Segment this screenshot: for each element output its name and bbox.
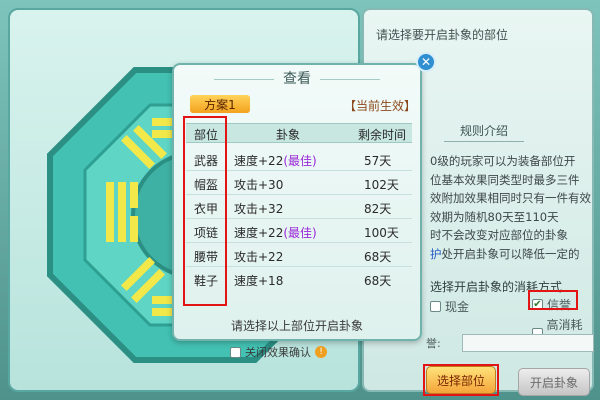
highlight-box-select-button (423, 364, 499, 396)
rules-line: 护处开启卦象可以降低一定的 (430, 246, 580, 261)
row-effect: 速度+18 (234, 274, 284, 288)
rules-line: 效期为随机80天至110天 (430, 209, 559, 224)
row-time: 68天 (364, 274, 392, 288)
rules-text: 0级的玩家可以为装备部位开 位基本效果同类型时最多三件 效附加效果相同时只有一件… (430, 152, 600, 263)
close-confirm-label: 关闭效果确认 (245, 346, 311, 359)
info-icon[interactable]: ! (315, 346, 327, 358)
open-hexagram-button[interactable]: 开启卦象 (518, 368, 590, 396)
highlight-box-reputation (528, 290, 578, 310)
select-part-prompt: 请选择要开启卦象的部位 (376, 28, 509, 42)
row-effect: 速度+22(最佳) (234, 154, 317, 168)
row-time: 102天 (364, 178, 399, 192)
option-cash-label: 现金 (445, 300, 470, 314)
close-confirm-checkbox[interactable] (230, 346, 241, 358)
row-time: 68天 (364, 250, 392, 264)
row-effect: 速度+22(最佳) (234, 226, 317, 240)
rules-line: 0级的玩家可以为装备部位开 (430, 154, 576, 168)
rules-line: 时不会改变对应部位的卦象 (430, 228, 568, 242)
header-remaining-time: 剩余时间 (358, 128, 407, 142)
highlight-box-part-column (183, 116, 227, 306)
row-effect: 攻击+30 (234, 178, 284, 192)
row-time: 82天 (364, 202, 392, 216)
row-effect: 攻击+32 (234, 202, 284, 216)
close-confirm-option[interactable]: 关闭效果确认 ! (230, 344, 327, 360)
rules-line: 位基本效果同类型时最多三件 (430, 172, 580, 187)
rules-title: 规则介绍 (444, 122, 524, 142)
option-cash[interactable]: 现金 (430, 298, 469, 315)
plan-tab[interactable]: 方案1 (190, 95, 250, 113)
reputation-input[interactable] (462, 334, 594, 352)
dialog-title: 查看 (283, 71, 311, 87)
rules-line: 效附加效果相同时只有一件有效 (430, 191, 591, 205)
checkbox-cash[interactable] (430, 301, 441, 312)
header-hexagram: 卦象 (276, 128, 301, 142)
reputation-label: 誉: (426, 337, 441, 350)
current-effect-label: 【当前生效】 (344, 99, 417, 113)
close-icon[interactable]: ✕ (416, 52, 436, 72)
game-window: 请选择要开启卦象的部位 规则介绍 0级的玩家可以为装备部位开 位基本效果同类型时… (0, 0, 600, 400)
row-time: 57天 (364, 154, 392, 168)
dialog-footer-text: 请选择以上部位开启卦象 (230, 319, 363, 333)
row-effect: 攻击+22 (234, 250, 284, 264)
row-time: 100天 (364, 226, 399, 240)
